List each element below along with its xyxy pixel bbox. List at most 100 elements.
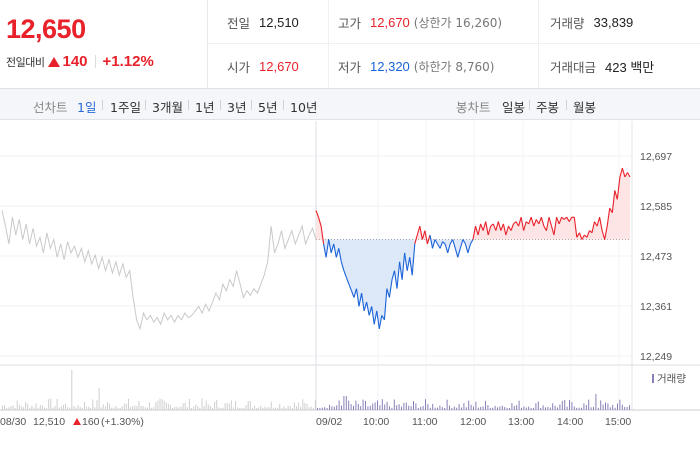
volume-bar [425,399,426,410]
volume-bar [629,405,630,410]
volume-bar [20,406,22,410]
volume-bar [509,408,510,410]
tab-5years[interactable]: 5년 [258,97,277,116]
price-block: 12,650 전일대비 140 +1.12% [0,0,208,89]
stat-value: 33,839 [593,14,634,30]
y-tick-label: 12,361 [640,301,672,313]
tab-3months[interactable]: 3개월 [152,97,183,116]
volume-bar [557,407,558,410]
volume-bar [458,404,460,410]
tab-1day[interactable]: 1일 [77,97,96,116]
volume-bar [2,405,3,410]
volume-bar [279,404,281,410]
volume-bar [420,406,422,410]
volume-bar [235,401,237,410]
volume-bar [23,407,24,410]
volume-bar [161,399,163,410]
volume-bar [281,407,283,410]
volume-bar [302,399,304,410]
volume-bar [513,406,515,410]
x-label-prev-day: 08/30 [0,416,26,428]
volume-bar [573,406,575,410]
volume-bar [300,406,302,410]
tab-daily-candle[interactable]: 일봉 [502,97,525,116]
volume-bar [125,403,127,410]
tab-10years[interactable]: 10년 [290,97,317,116]
volume-bar [203,405,205,410]
stat-value: 423 백만 [605,59,655,75]
y-tick-label: 12,249 [640,351,672,363]
volume-bar [312,407,314,410]
volume-bar [81,407,83,410]
volume-bar [542,405,544,410]
volume-bar [595,394,597,410]
volume-bar [413,401,414,410]
volume-bar [83,402,85,410]
volume-bar [88,406,90,410]
volume-bar [403,402,405,410]
volume-bar [243,408,245,410]
y-tick-label: 12,585 [640,201,672,213]
prev-day-summary: 12,510 [33,416,65,428]
volume-bar [494,405,496,410]
volume-bar [559,404,561,410]
volume-bar [389,406,390,410]
tab-monthly-candle[interactable]: 월봉 [573,97,596,116]
volume-bar [338,400,340,410]
volume-bar [119,408,121,410]
volume-bar [468,400,470,410]
volume-bar [391,407,393,410]
volume-bar [79,406,81,410]
volume-bar [321,407,323,410]
tab-1week[interactable]: 1주일 [110,97,141,116]
volume-bar [117,407,119,410]
tab-3years[interactable]: 3년 [227,97,246,116]
volume-bar [626,407,628,410]
area-above-fill [316,168,630,240]
stat-value: 12,670 [370,14,410,30]
volume-bar [583,403,585,410]
stat-trade-value: 거래대금 423 백만 [538,44,700,88]
volume-bar [293,402,295,410]
quote-header: 12,650 전일대비 140 +1.12% 전일 12,510 고가 12,6… [0,0,700,89]
volume-bar [355,400,357,410]
stat-label: 거래량 [550,15,585,31]
volume-bar [525,407,527,410]
volume-bar [439,405,441,410]
x-tick-label: 15:00 [605,416,631,428]
period-bar: 선차트 1일 1주일 3개월 1년 3년 5년 10년 봉차트 일봉 주봉 월봉 [0,89,700,120]
volume-bar [310,406,312,410]
volume-bar [18,404,20,410]
volume-bar [602,404,604,410]
volume-bar [298,402,300,410]
volume-bar [336,405,338,410]
volume-bar [140,406,142,410]
tab-weekly-candle[interactable]: 주봉 [536,97,559,116]
tab-1year[interactable]: 1년 [195,97,214,116]
volume-bar [130,406,132,410]
volume-bar [475,401,477,410]
volume-bar [331,406,333,410]
divider [529,100,530,110]
volume-bar [241,407,243,410]
volume-bar [446,399,448,410]
volume-bar [497,407,498,410]
volume-bar [566,406,568,410]
volume-bar [444,408,446,410]
volume-bar [619,399,621,410]
volume-bar [199,407,201,410]
volume-bar [178,407,180,410]
chart-svg: 12,697 12,585 12,473 12,361 12,249 거래량 08/30 12… [0,121,700,428]
volume-bar [306,403,308,410]
volume-bar [60,406,62,410]
volume-bar [528,406,530,410]
volume-bar [569,399,570,410]
volume-bar [4,404,6,410]
volume-bar [163,400,165,410]
volume-bar [319,408,321,410]
volume-bar [10,406,12,410]
volume-bar [590,407,592,410]
volume-bar [29,407,31,410]
intraday-chart[interactable]: 12,697 12,585 12,473 12,361 12,249 거래량 08/30 12… [0,121,700,450]
x-tick-label: 11:00 [412,416,438,428]
